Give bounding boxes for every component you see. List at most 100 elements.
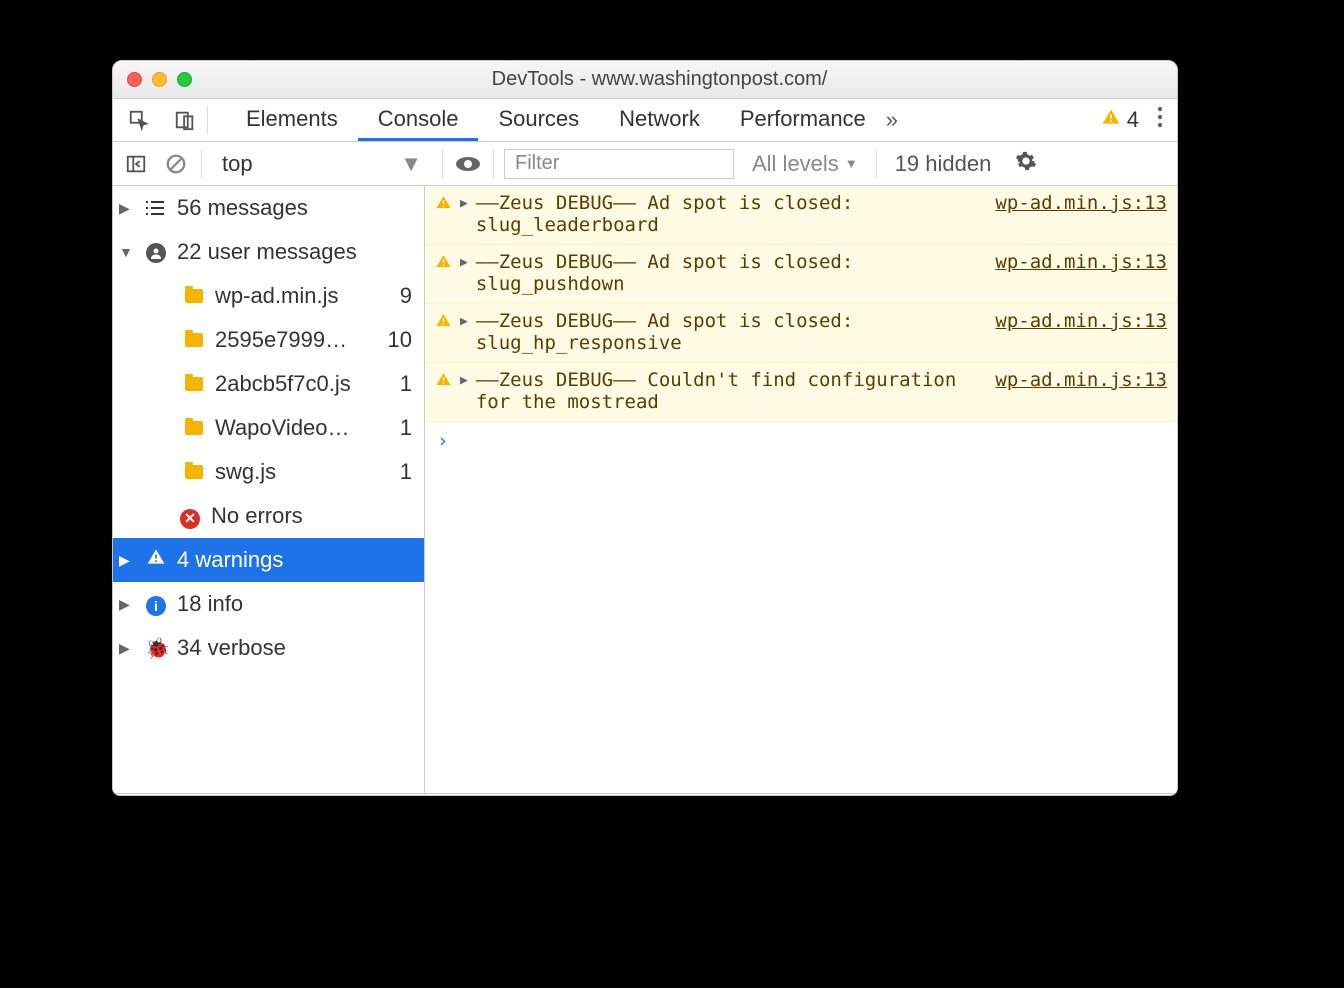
errors-label: No errors bbox=[211, 503, 424, 529]
sidebar-item-messages[interactable]: ▶ 56 messages bbox=[113, 186, 424, 230]
close-window-icon[interactable] bbox=[127, 72, 142, 87]
warning-icon bbox=[145, 547, 167, 573]
panel-tabs: Elements Console Sources Network Perform… bbox=[226, 99, 1087, 141]
log-levels-selector[interactable]: All levels ▼ bbox=[744, 151, 866, 177]
sidebar-file-item[interactable]: wp-ad.min.js9 bbox=[113, 274, 424, 318]
folder-icon bbox=[183, 283, 205, 309]
select-element-icon[interactable] bbox=[127, 108, 151, 132]
file-count: 1 bbox=[400, 459, 412, 485]
log-source-link[interactable]: wp-ad.min.js:13 bbox=[995, 369, 1167, 391]
sidebar-item-info[interactable]: ▶ i 18 info bbox=[113, 582, 424, 626]
main-toolbar: Elements Console Sources Network Perform… bbox=[113, 99, 1177, 142]
console-output: ▶ ––Zeus DEBUG–– Ad spot is closed: slug… bbox=[425, 186, 1177, 793]
expand-icon[interactable]: ▶ bbox=[460, 314, 468, 329]
log-row[interactable]: ▶ ––Zeus DEBUG–– Ad spot is closed: slug… bbox=[425, 304, 1177, 363]
sidebar-file-item[interactable]: WapoVideo…1 bbox=[113, 406, 424, 450]
devtools-window: DevTools - www.washingtonpost.com/ Eleme… bbox=[112, 60, 1178, 796]
expand-icon[interactable]: ▶ bbox=[460, 196, 468, 211]
tab-elements[interactable]: Elements bbox=[226, 99, 358, 141]
expand-icon: ▶ bbox=[119, 640, 135, 657]
user-messages-label: 22 user messages bbox=[177, 239, 424, 265]
expand-icon: ▶ bbox=[119, 552, 135, 569]
warning-triangle-icon bbox=[435, 194, 452, 216]
more-tabs-icon[interactable]: » bbox=[886, 107, 898, 133]
file-name: WapoVideo… bbox=[215, 415, 390, 441]
folder-icon bbox=[183, 459, 205, 485]
log-message: ––Zeus DEBUG–– Couldn't find configurati… bbox=[476, 369, 988, 413]
console-prompt[interactable]: › bbox=[425, 422, 1177, 460]
filter-input[interactable] bbox=[504, 149, 734, 179]
log-row[interactable]: ▶ ––Zeus DEBUG–– Ad spot is closed: slug… bbox=[425, 186, 1177, 245]
sidebar-item-warnings[interactable]: ▶ 4 warnings bbox=[113, 538, 424, 582]
chevron-down-icon: ▼ bbox=[845, 156, 858, 171]
sidebar-toggle-icon[interactable] bbox=[121, 149, 151, 179]
sidebar-item-user-messages[interactable]: ▼ 22 user messages bbox=[113, 230, 424, 274]
folder-icon bbox=[183, 415, 205, 441]
file-count: 9 bbox=[400, 283, 412, 309]
drawer: Console ✕ bbox=[113, 793, 1177, 796]
settings-menu-icon[interactable] bbox=[1157, 106, 1163, 134]
live-expression-icon[interactable] bbox=[453, 149, 483, 179]
log-message: ––Zeus DEBUG–– Ad spot is closed: slug_h… bbox=[476, 310, 988, 354]
expand-icon: ▶ bbox=[119, 200, 135, 217]
file-count: 10 bbox=[388, 327, 412, 353]
warning-triangle-icon bbox=[435, 371, 452, 393]
log-source-link[interactable]: wp-ad.min.js:13 bbox=[995, 310, 1167, 332]
divider bbox=[207, 106, 208, 134]
info-label: 18 info bbox=[177, 591, 424, 617]
warnings-label: 4 warnings bbox=[177, 547, 424, 573]
titlebar: DevTools - www.washingtonpost.com/ bbox=[113, 61, 1177, 99]
gear-icon[interactable] bbox=[1009, 150, 1043, 178]
chevron-down-icon: ▼ bbox=[400, 151, 422, 177]
console-sidebar: ▶ 56 messages ▼ 22 user messages wp-ad.m… bbox=[113, 186, 425, 793]
levels-label: All levels bbox=[752, 151, 839, 177]
clear-console-icon[interactable] bbox=[161, 149, 191, 179]
log-message: ––Zeus DEBUG–– Ad spot is closed: slug_l… bbox=[476, 192, 988, 236]
divider bbox=[493, 150, 494, 178]
log-row[interactable]: ▶ ––Zeus DEBUG–– Ad spot is closed: slug… bbox=[425, 245, 1177, 304]
console-toolbar: top ▼ All levels ▼ 19 hidden bbox=[113, 142, 1177, 186]
divider bbox=[876, 150, 877, 178]
verbose-label: 34 verbose bbox=[177, 635, 424, 661]
warning-triangle-icon bbox=[435, 312, 452, 334]
sidebar-file-item[interactable]: swg.js 1 bbox=[113, 450, 424, 494]
context-value: top bbox=[222, 151, 253, 177]
context-selector[interactable]: top ▼ bbox=[212, 151, 432, 177]
messages-label: 56 messages bbox=[177, 195, 424, 221]
log-source-link[interactable]: wp-ad.min.js:13 bbox=[995, 192, 1167, 214]
warning-count: 4 bbox=[1127, 107, 1139, 133]
file-name: 2595e7999… bbox=[215, 327, 378, 353]
device-toolbar-icon[interactable] bbox=[173, 108, 197, 132]
console-body: ▶ 56 messages ▼ 22 user messages wp-ad.m… bbox=[113, 186, 1177, 793]
file-count: 1 bbox=[400, 371, 412, 397]
error-icon: ✕ bbox=[179, 503, 201, 529]
log-row[interactable]: ▶ ––Zeus DEBUG–– Couldn't find configura… bbox=[425, 363, 1177, 422]
sidebar-item-errors[interactable]: ✕ No errors bbox=[113, 494, 424, 538]
hidden-messages-count[interactable]: 19 hidden bbox=[887, 151, 1000, 177]
sidebar-item-verbose[interactable]: ▶ 🐞 34 verbose bbox=[113, 626, 424, 670]
tab-network[interactable]: Network bbox=[599, 99, 720, 141]
minimize-window-icon[interactable] bbox=[152, 72, 167, 87]
file-name: 2abcb5f7c0.js bbox=[215, 371, 390, 397]
expand-icon[interactable]: ▶ bbox=[460, 255, 468, 270]
expand-icon: ▶ bbox=[119, 596, 135, 613]
window-title: DevTools - www.washingtonpost.com/ bbox=[192, 68, 1127, 91]
info-icon: i bbox=[145, 591, 167, 617]
list-icon bbox=[145, 200, 167, 216]
file-name: swg.js bbox=[215, 459, 390, 485]
tab-console[interactable]: Console bbox=[358, 99, 479, 141]
tab-performance[interactable]: Performance bbox=[720, 99, 886, 141]
sidebar-file-item[interactable]: 2abcb5f7c0.js 1 bbox=[113, 362, 424, 406]
log-source-link[interactable]: wp-ad.min.js:13 bbox=[995, 251, 1167, 273]
folder-icon bbox=[183, 371, 205, 397]
warnings-indicator[interactable]: 4 bbox=[1101, 107, 1139, 133]
tab-sources[interactable]: Sources bbox=[478, 99, 599, 141]
sidebar-file-item[interactable]: 2595e7999… 10 bbox=[113, 318, 424, 362]
expand-icon[interactable]: ▶ bbox=[460, 373, 468, 388]
zoom-window-icon[interactable] bbox=[177, 72, 192, 87]
warning-triangle-icon bbox=[1101, 107, 1121, 133]
drawer-tab-console[interactable]: Console bbox=[149, 795, 238, 796]
window-controls bbox=[127, 72, 192, 87]
bug-icon: 🐞 bbox=[145, 636, 167, 661]
divider bbox=[442, 150, 443, 178]
